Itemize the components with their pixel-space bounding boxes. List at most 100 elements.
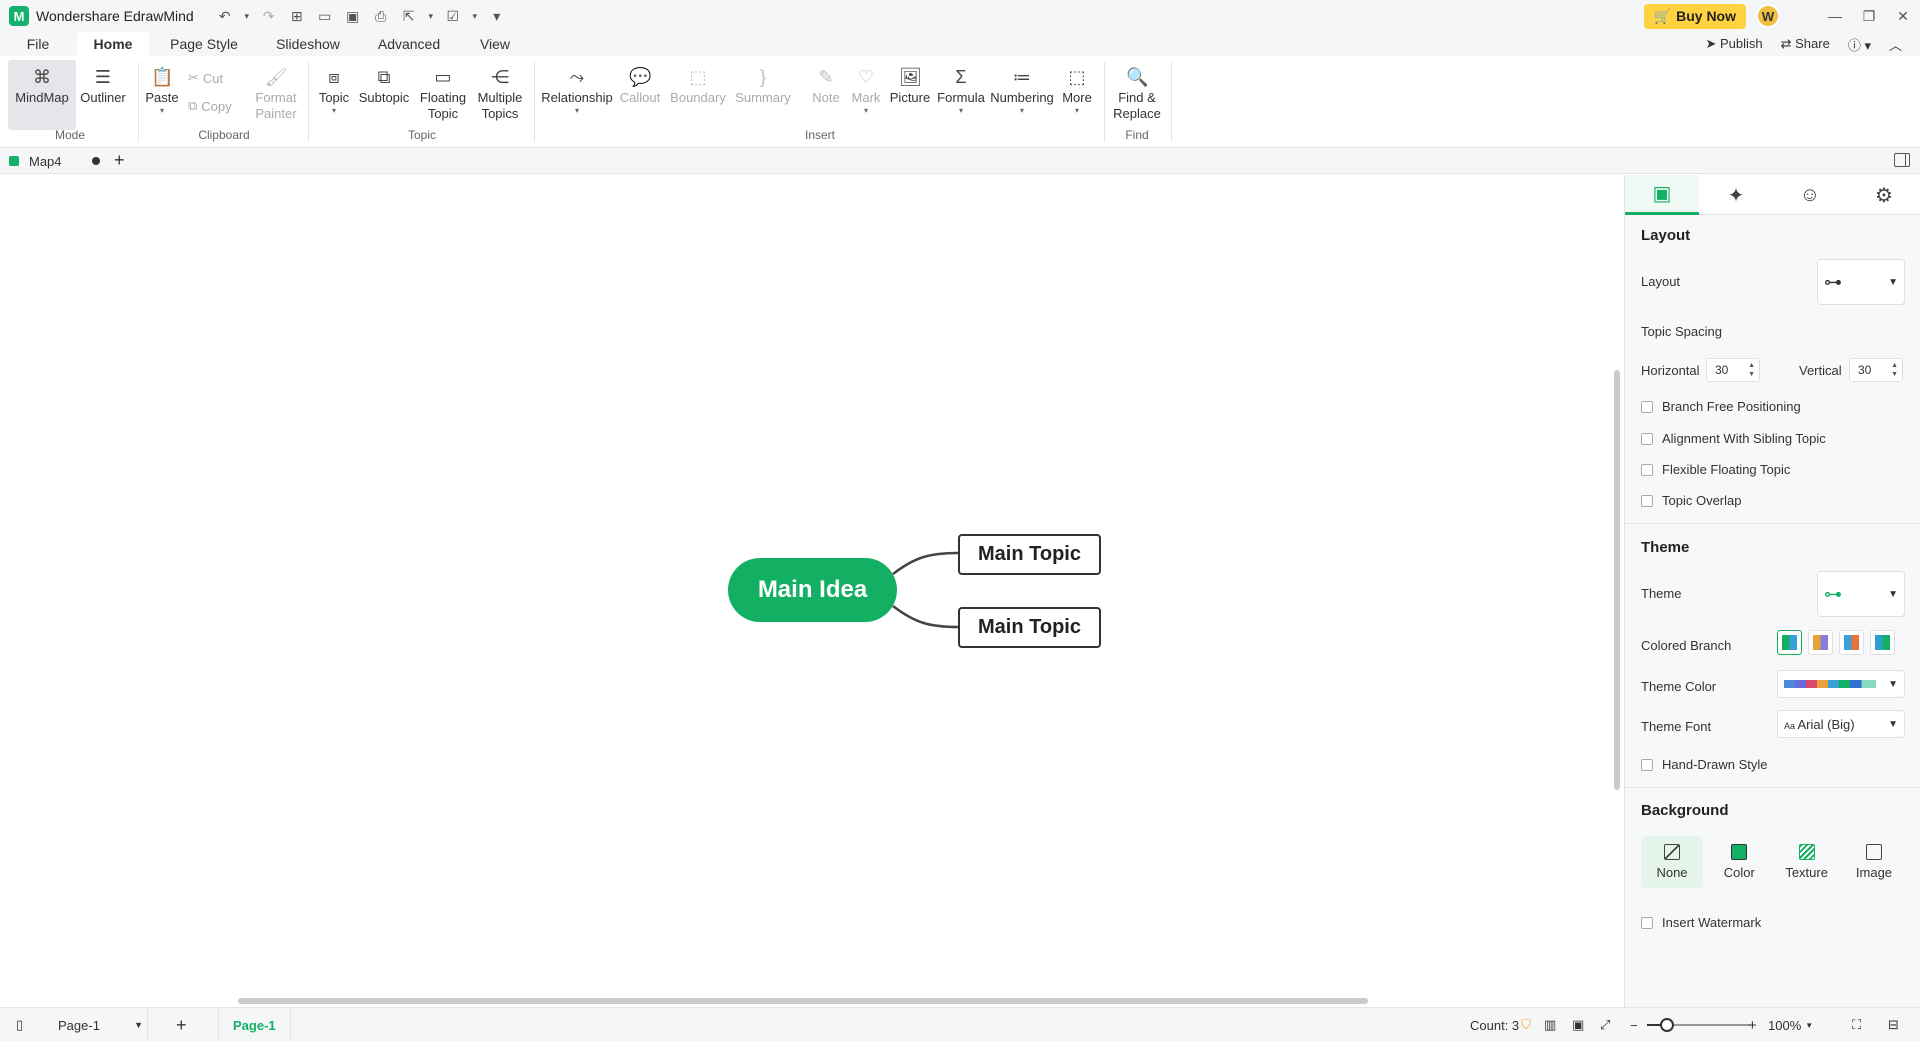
checklist-dropdown-icon[interactable]: ▾ (470, 5, 480, 27)
copy-button[interactable]: ⧉ Copy (188, 98, 232, 114)
checkbox-icon[interactable] (1641, 494, 1653, 507)
find-replace-button[interactable]: 🔍 Find & Replace (1108, 60, 1166, 130)
export-dropdown-icon[interactable]: ▾ (426, 5, 436, 27)
tab-home[interactable]: Home (77, 32, 149, 56)
formula-button[interactable]: Σ Formula ▾ (936, 60, 986, 130)
branch-free-checkbox[interactable]: Branch Free Positioning (1641, 399, 1801, 414)
cut-button[interactable]: ✂ Cut (188, 70, 223, 86)
restore-icon[interactable]: ❐ (1852, 8, 1886, 25)
numbering-button[interactable]: ≔ Numbering ▾ (990, 60, 1054, 130)
checklist-icon[interactable]: ☑ (442, 5, 464, 27)
flexible-floating-checkbox[interactable]: Flexible Floating Topic (1641, 462, 1790, 477)
fit-width-icon[interactable]: ⤢ (1600, 1008, 1610, 1041)
central-topic[interactable]: Main Idea (728, 558, 897, 622)
boundary-button[interactable]: ⬚ Boundary (666, 60, 730, 130)
undo-dropdown-icon[interactable]: ▾ (242, 5, 252, 27)
checkbox-icon[interactable] (1641, 758, 1653, 771)
relationship-button[interactable]: ⤳ Relationship ▾ (540, 60, 614, 130)
theme-color-select[interactable]: ▼ (1777, 670, 1905, 698)
mark-button[interactable]: ♡ Mark ▾ (848, 60, 884, 130)
share-button[interactable]: ⇄ Share (1781, 36, 1830, 52)
background-none-option[interactable]: None (1641, 836, 1703, 888)
fullscreen-icon[interactable]: ⛶ (1852, 1008, 1861, 1041)
zoom-level[interactable]: 100% ▼ (1768, 1008, 1813, 1041)
theme-font-select[interactable]: Aa Arial (Big) ▼ (1777, 710, 1905, 738)
outliner-button[interactable]: ☰ Outliner (78, 60, 128, 130)
add-tab-icon[interactable]: + (114, 150, 125, 171)
fit-page-icon[interactable]: ▣ (1572, 1008, 1584, 1041)
tab-file[interactable]: File (18, 32, 58, 56)
horizontal-spacing-input[interactable]: 30 ▲ ▼ (1706, 358, 1760, 382)
branch-style-option[interactable] (1870, 630, 1895, 655)
stepper-arrows-icon[interactable]: ▲ ▼ (1748, 361, 1755, 379)
background-image-option[interactable]: Image (1843, 836, 1905, 888)
add-page-icon[interactable]: + (176, 1008, 187, 1041)
horizontal-scrollbar[interactable] (238, 998, 1368, 1004)
tab-ai[interactable]: ✦ (1699, 175, 1773, 215)
format-painter-button[interactable]: 🖌 Format Painter (250, 60, 302, 130)
topic-button[interactable]: ⧈ Topic ▾ (314, 60, 354, 130)
publish-button[interactable]: ➤ Publish (1705, 36, 1762, 52)
layout-select[interactable]: ⊶ ▼ (1817, 259, 1905, 305)
collapse-ribbon-icon[interactable]: ︿ (1889, 35, 1902, 54)
zoom-slider[interactable] (1660, 1018, 1674, 1032)
tab-slideshow[interactable]: Slideshow (270, 32, 346, 56)
branch-style-option[interactable] (1839, 630, 1864, 655)
subtopic-button[interactable]: ⧉ Subtopic (356, 60, 412, 130)
page-tab-active[interactable]: Page-1 (218, 1008, 291, 1041)
note-button[interactable]: ✎ Note (808, 60, 844, 130)
panel-toggle-icon[interactable] (1894, 153, 1910, 167)
vertical-spacing-input[interactable]: 30 ▲ ▼ (1849, 358, 1903, 382)
tab-advanced[interactable]: Advanced (372, 32, 446, 56)
help-button[interactable]: ⓘ ▾ (1848, 35, 1871, 54)
multiple-topics-button[interactable]: ⋲ Multiple Topics (472, 60, 528, 130)
zoom-in-icon[interactable]: + (1748, 1008, 1757, 1041)
background-color-option[interactable]: Color (1708, 836, 1770, 888)
checkbox-icon[interactable] (1641, 916, 1653, 929)
redo-icon[interactable]: ↷ (258, 5, 280, 27)
outline-view-icon[interactable]: ▥ (1544, 1008, 1556, 1041)
buy-now-button[interactable]: 🛒 Buy Now (1643, 3, 1746, 29)
zoom-out-icon[interactable]: − (1630, 1008, 1638, 1041)
sidebar-toggle-icon[interactable]: ▯ (16, 1008, 23, 1041)
tab-settings[interactable]: ⚙ (1847, 175, 1920, 215)
tab-mark[interactable]: ☺ (1773, 175, 1847, 215)
tab-page-format[interactable]: ▣ (1625, 175, 1699, 215)
page-select[interactable]: Page-1 ▼ (48, 1008, 148, 1041)
checkbox-icon[interactable] (1641, 432, 1653, 445)
save-icon[interactable]: ▣ (342, 5, 364, 27)
mindmap-button[interactable]: ⌘ MindMap (8, 60, 76, 130)
checkbox-icon[interactable] (1641, 463, 1653, 476)
new-file-icon[interactable]: ⊞ (286, 5, 308, 27)
close-icon[interactable]: ✕ (1886, 8, 1920, 25)
avatar[interactable]: W (1756, 4, 1780, 28)
summary-button[interactable]: } Summary (734, 60, 792, 130)
tab-view[interactable]: View (472, 32, 518, 56)
insert-watermark-checkbox[interactable]: Insert Watermark (1641, 915, 1761, 930)
paste-button[interactable]: 📋 Paste ▾ (144, 60, 180, 130)
background-texture-option[interactable]: Texture (1776, 836, 1838, 888)
main-topic-node[interactable]: Main Topic (958, 534, 1101, 575)
main-topic-node[interactable]: Main Topic (958, 607, 1101, 648)
theme-select[interactable]: ⊶ ▼ (1817, 571, 1905, 617)
floating-topic-button[interactable]: ▭ Floating Topic (416, 60, 470, 130)
undo-icon[interactable]: ↶ (214, 5, 236, 27)
vertical-scrollbar[interactable] (1614, 370, 1620, 790)
branch-style-option[interactable] (1808, 630, 1833, 655)
split-view-icon[interactable]: ⊟ (1888, 1008, 1899, 1041)
doc-tab-map4[interactable]: Map4 (0, 148, 110, 174)
customize-toolbar-icon[interactable]: ▾ (486, 5, 508, 27)
print-icon[interactable]: ⎙ (370, 5, 392, 27)
checkbox-icon[interactable] (1641, 400, 1653, 413)
more-button[interactable]: ⬚ More ▾ (1058, 60, 1096, 130)
branch-style-option[interactable] (1777, 630, 1802, 655)
open-folder-icon[interactable]: ▭ (314, 5, 336, 27)
hand-drawn-checkbox[interactable]: Hand-Drawn Style (1641, 757, 1768, 772)
alignment-checkbox[interactable]: Alignment With Sibling Topic (1641, 431, 1826, 446)
unsaved-dot-icon[interactable] (91, 157, 100, 165)
picture-button[interactable]: 🖼 Picture (888, 60, 932, 130)
mindmap-canvas[interactable]: Main Idea Main Topic Main Topic (0, 175, 1624, 1007)
minimize-icon[interactable]: — (1818, 8, 1852, 24)
export-icon[interactable]: ⇱ (398, 5, 420, 27)
topic-overlap-checkbox[interactable]: Topic Overlap (1641, 493, 1741, 508)
